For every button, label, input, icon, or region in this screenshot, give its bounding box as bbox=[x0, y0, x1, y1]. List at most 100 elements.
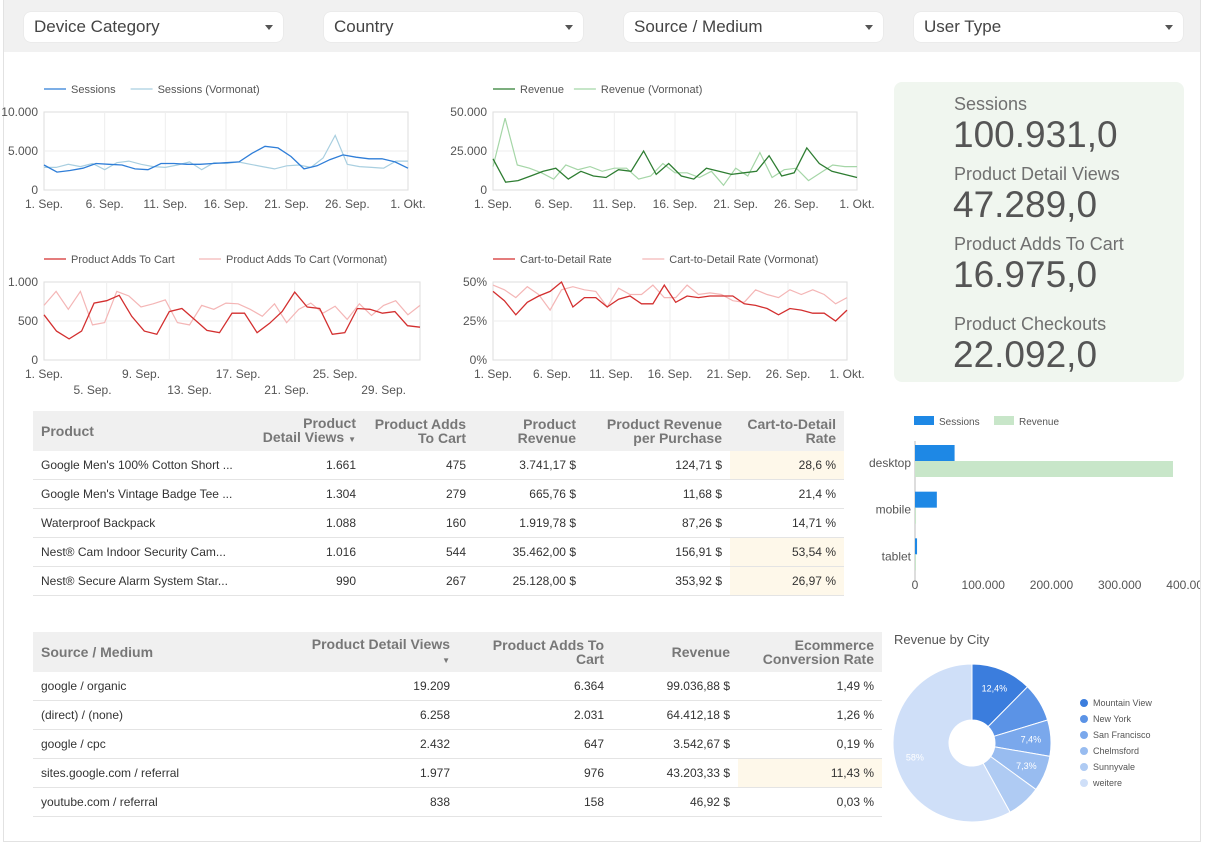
value-cell: 1.304 bbox=[254, 479, 364, 509]
value-cell: 160 bbox=[364, 508, 474, 538]
value-cell: 665,76 $ bbox=[474, 479, 584, 509]
bar-mobile-revenue[interactable] bbox=[915, 507, 917, 524]
filter-user-type[interactable]: User Type bbox=[914, 12, 1183, 42]
col-header-cart-rate[interactable]: Cart-to-Detail Rate bbox=[730, 411, 844, 451]
legend-swatch bbox=[1080, 747, 1088, 755]
x-tick-label: 5. Sep. bbox=[74, 383, 112, 397]
table-row[interactable]: Google Men's Vintage Badge Tee ... 1.304 2… bbox=[33, 479, 844, 509]
x-tick-label: 1. Sep. bbox=[25, 367, 63, 381]
table-row[interactable]: Nest® Cam Indoor Security Cam... 1.016 544… bbox=[33, 537, 844, 567]
bar-desktop-sessions[interactable] bbox=[915, 445, 955, 461]
bar-tablet-revenue[interactable] bbox=[915, 554, 916, 571]
x-tick-label: 21. Sep. bbox=[264, 197, 309, 211]
source-medium-table: Source / Medium Product Detail Views ▼ Pr… bbox=[33, 632, 882, 817]
legend-swatch bbox=[1080, 715, 1088, 723]
col-header-conversion-rate[interactable]: Ecommerce Conversion Rate bbox=[738, 632, 882, 672]
legend-label: Cart-to-Detail Rate bbox=[520, 254, 612, 266]
value-cell: 26,97 % bbox=[730, 566, 844, 596]
legend-label: Sessions (Vormonat) bbox=[158, 84, 260, 96]
bar-desktop-revenue[interactable] bbox=[915, 461, 1173, 477]
row-label-cell: sites.google.com / referral bbox=[33, 758, 254, 788]
filter-label: Country bbox=[334, 17, 394, 36]
x-tick-label: 26. Sep. bbox=[325, 197, 370, 211]
table-row[interactable]: (direct) / (none) 6.258 2.031 64.412,18 $1,… bbox=[33, 700, 882, 730]
x-tick-label: 1. Sep. bbox=[474, 197, 512, 211]
col-header-adds-to-cart[interactable]: Product Adds To Cart bbox=[458, 632, 612, 672]
table-row[interactable]: google / cpc 2.432 647 3.542,67 $0,19 % bbox=[33, 729, 882, 759]
kpi-adds-to-cart-label: Product Adds To Cart bbox=[954, 234, 1124, 254]
value-cell: 156,91 $ bbox=[584, 537, 730, 567]
value-cell: 11,68 $ bbox=[584, 479, 730, 509]
sort-desc-icon: ▼ bbox=[348, 434, 356, 444]
col-header-revenue-per-purchase[interactable]: Product Revenue per Purchase bbox=[584, 411, 730, 451]
value-cell: 279 bbox=[364, 479, 474, 509]
chart-legend: Revenue Revenue (Vormonat) bbox=[493, 84, 702, 96]
value-cell: 475 bbox=[364, 451, 474, 480]
col-header-revenue[interactable]: Revenue bbox=[612, 632, 738, 672]
row-label-cell: google / organic bbox=[33, 672, 254, 701]
category-label: desktop bbox=[869, 456, 911, 470]
table-row[interactable]: google / organic 19.209 6.364 99.036,88 $1,… bbox=[33, 672, 882, 701]
col-header-detail-views[interactable]: Product Detail Views ▼ bbox=[254, 632, 458, 672]
value-cell: 267 bbox=[364, 566, 474, 596]
bar-mobile-sessions[interactable] bbox=[915, 491, 937, 508]
slice-value-label: 58% bbox=[906, 753, 924, 763]
col-header-detail-views[interactable]: Product Detail Views ▼ bbox=[254, 411, 364, 451]
x-tick-label: 16. Sep. bbox=[653, 197, 698, 211]
table-row[interactable]: sites.google.com / referral 1.977 976 43.20… bbox=[33, 758, 882, 788]
legend-label: Product Adds To Cart (Vormonat) bbox=[226, 254, 387, 266]
x-tick-label: 13. Sep. bbox=[167, 383, 212, 397]
x-tick-label: 9. Sep. bbox=[122, 367, 160, 381]
legend-label: Product Adds To Cart bbox=[71, 254, 175, 266]
y-tick-label: 50% bbox=[463, 275, 487, 289]
col-header-adds-to-cart[interactable]: Product Adds To Cart bbox=[364, 411, 474, 451]
filter-source-medium[interactable]: Source / Medium bbox=[624, 12, 883, 42]
filter-country[interactable]: Country bbox=[324, 12, 583, 42]
legend-label: New York bbox=[1093, 714, 1132, 724]
x-tick-label: 1. Sep. bbox=[474, 367, 512, 381]
chevron-down-icon bbox=[1165, 24, 1173, 30]
chart-legend: Product Adds To Cart Product Adds To Cart… bbox=[44, 254, 387, 266]
row-label-cell: Nest® Cam Indoor Security Cam... bbox=[33, 537, 254, 567]
y-tick-label: 25.000 bbox=[450, 144, 487, 158]
x-tick-label: 6. Sep. bbox=[86, 197, 124, 211]
value-cell: 838 bbox=[254, 787, 458, 817]
chevron-down-icon bbox=[865, 24, 873, 30]
col-header-product[interactable]: Product bbox=[33, 411, 254, 451]
bar-tablet-sessions[interactable] bbox=[915, 538, 918, 555]
col-header-label: Product Detail Views bbox=[262, 414, 356, 445]
col-header-product-revenue[interactable]: Product Revenue bbox=[474, 411, 584, 451]
x-tick-label: 16. Sep. bbox=[648, 367, 693, 381]
table-row[interactable]: Nest® Secure Alarm System Star... 990 267 2… bbox=[33, 566, 844, 596]
legend-label: Chelmsford bbox=[1093, 746, 1139, 756]
legend-label: San Francisco bbox=[1093, 730, 1151, 740]
col-header-source-medium[interactable]: Source / Medium bbox=[33, 632, 254, 672]
legend-swatch bbox=[1080, 763, 1088, 771]
x-tick-label: 16. Sep. bbox=[204, 197, 249, 211]
kpi-detail-views-value: 47.289,0 bbox=[953, 184, 1098, 225]
revenue-line-chart: Revenue Revenue (Vormonat)50.00025.00001.… bbox=[450, 84, 874, 211]
filter-bar: Device Category Country Source / Medium … bbox=[4, 0, 1200, 52]
table-row[interactable]: Waterproof Backpack 1.088 160 1.919,78 $87,… bbox=[33, 508, 844, 538]
value-cell: 1.977 bbox=[254, 758, 458, 788]
chevron-down-icon bbox=[265, 24, 273, 30]
filter-label: User Type bbox=[924, 17, 1002, 36]
filter-device-category[interactable]: Device Category bbox=[24, 12, 283, 42]
table-row[interactable]: youtube.com / referral 838 158 46,92 $0,03 … bbox=[33, 787, 882, 817]
value-cell: 1,26 % bbox=[738, 700, 882, 730]
value-cell: 647 bbox=[458, 729, 612, 759]
y-tick-label: 10.000 bbox=[1, 105, 38, 119]
y-tick-label: 1.000 bbox=[8, 275, 38, 289]
y-tick-label: 0 bbox=[31, 183, 38, 197]
legend-swatch bbox=[994, 416, 1014, 425]
table-row[interactable]: Google Men's 100% Cotton Short ... 1.661 4… bbox=[33, 451, 844, 480]
row-label-cell: Google Men's 100% Cotton Short ... bbox=[33, 451, 254, 480]
x-tick-label: 400.000 bbox=[1166, 578, 1200, 592]
value-cell: 2.432 bbox=[254, 729, 458, 759]
x-tick-label: 26. Sep. bbox=[766, 367, 811, 381]
y-tick-label: 0 bbox=[31, 353, 38, 367]
kpi-checkouts-value: 22.092,0 bbox=[953, 334, 1098, 375]
value-cell: 0,19 % bbox=[738, 729, 882, 759]
kpi-scorecard: Sessions 100.931,0 Product Detail Views … bbox=[894, 82, 1184, 382]
legend-label: Sessions bbox=[939, 417, 980, 428]
